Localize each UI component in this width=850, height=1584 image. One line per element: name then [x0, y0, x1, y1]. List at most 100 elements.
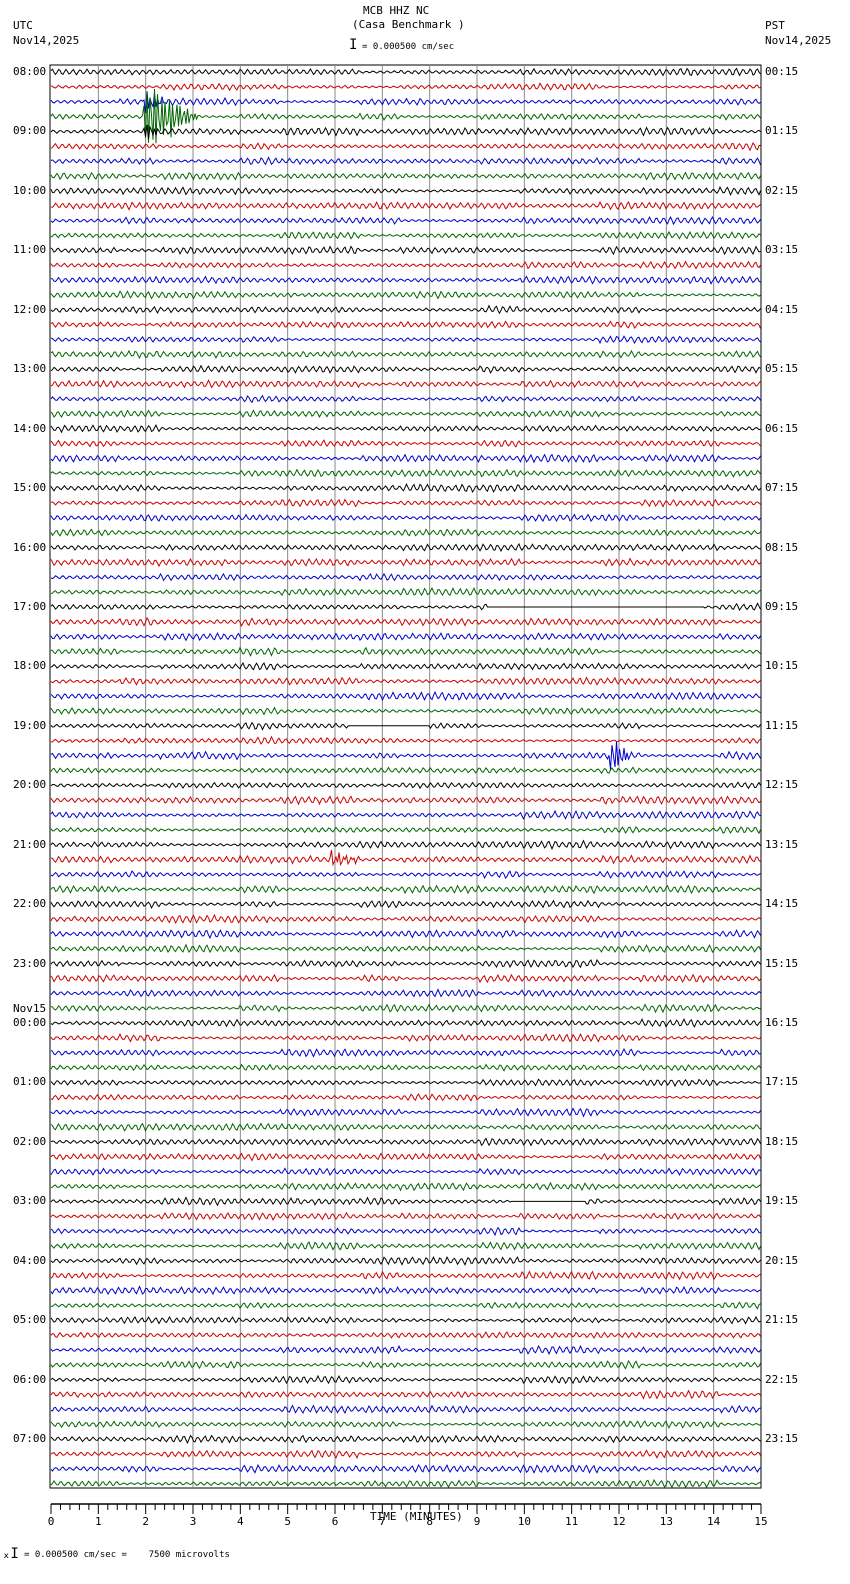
seismic-trace [50, 394, 761, 404]
pst-hour-label: 07:15 [765, 481, 799, 495]
seismic-trace [50, 1270, 761, 1281]
pst-hour-label: 06:15 [765, 421, 799, 435]
seismic-trace [50, 335, 761, 345]
pst-hour-label: 16:15 [765, 1016, 799, 1030]
seismic-trace [50, 528, 761, 537]
utc-hour-label: 13:00 [13, 362, 47, 376]
seismic-trace [50, 349, 761, 360]
utc-hour-label: 12:00 [13, 302, 47, 316]
utc-hour-label: 23:00 [13, 956, 47, 970]
seismic-trace [50, 304, 761, 315]
seismic-trace [50, 646, 761, 657]
seismic-trace [50, 706, 761, 716]
seismic-trace [50, 439, 761, 448]
pst-hour-label: 21:15 [765, 1313, 799, 1327]
seismic-trace [50, 185, 761, 197]
seismic-trace [50, 1241, 761, 1251]
utc-hour-label: 03:00 [13, 1194, 47, 1208]
seismic-trace [50, 1301, 761, 1310]
seismic-trace [50, 364, 761, 374]
seismic-trace [50, 928, 761, 940]
seismic-trace [50, 171, 761, 181]
seismic-trace [50, 423, 761, 434]
utc-hour-label: 00:00 [13, 1016, 47, 1030]
seismic-trace [50, 973, 761, 984]
utc-hour-label: 17:00 [13, 599, 47, 613]
seismic-trace [50, 498, 761, 508]
seismic-trace [50, 826, 761, 835]
x-tick-label: 7 [379, 1515, 386, 1528]
utc-hour-label: 06:00 [13, 1372, 47, 1386]
utc-hour-label: 07:00 [13, 1432, 47, 1446]
pst-hour-label: 01:15 [765, 124, 799, 138]
utc-hour-label: 08:00 [13, 65, 47, 78]
seismic-trace [50, 1331, 761, 1339]
utc-hour-label: 11:00 [13, 243, 47, 257]
seismic-trace [50, 88, 761, 144]
x-tick-label: 0 [48, 1515, 55, 1528]
x-tick-label: 14 [707, 1515, 721, 1528]
pst-hour-label: 23:15 [765, 1432, 799, 1446]
seismic-trace [50, 809, 761, 820]
seismic-trace [50, 1211, 761, 1221]
seismic-trace [50, 453, 761, 464]
pst-hour-label: 12:15 [765, 778, 799, 792]
seismic-trace [50, 1434, 761, 1445]
x-tick-label: 1 [95, 1515, 102, 1528]
seismic-trace [50, 602, 761, 612]
x-tick-label: 10 [518, 1515, 531, 1528]
seismic-trace [50, 1152, 761, 1162]
seismic-trace [50, 1017, 761, 1028]
seismic-trace [50, 1389, 761, 1400]
seismic-trace [50, 676, 761, 686]
seismic-trace [50, 1181, 761, 1192]
seismic-trace [50, 245, 761, 256]
seismic-trace [50, 1196, 761, 1207]
seismic-trace [50, 1256, 761, 1266]
seismic-trace [50, 1003, 761, 1014]
x-tick-label: 12 [612, 1515, 625, 1528]
seismic-trace [50, 1122, 761, 1132]
seismic-trace [50, 913, 761, 925]
x-tick-label: 6 [332, 1515, 339, 1528]
seismic-trace [50, 572, 761, 582]
seismic-trace [50, 839, 761, 851]
seismic-trace [50, 661, 761, 671]
seismic-trace [50, 1032, 761, 1043]
utc-hour-label: 04:00 [13, 1253, 47, 1267]
x-tick-label: 15 [754, 1515, 767, 1528]
seismic-trace [50, 1137, 761, 1147]
seismic-trace [50, 1047, 761, 1058]
pst-hour-label: 19:15 [765, 1194, 799, 1208]
pst-hour-label: 05:15 [765, 362, 799, 376]
utc-hour-label: 19:00 [13, 718, 47, 732]
seismic-trace [50, 542, 761, 553]
seismic-trace [50, 1404, 761, 1415]
utc-hour-label: 16:00 [13, 540, 47, 554]
seismic-trace [50, 1226, 761, 1237]
seismic-trace [50, 1285, 761, 1296]
seismic-trace [50, 958, 761, 969]
utc-hour-label: 21:00 [13, 837, 47, 851]
seismic-trace [50, 988, 761, 998]
seismic-trace [50, 1093, 761, 1102]
seismic-trace [50, 884, 761, 895]
date-change-label: Nov15 [13, 1002, 47, 1016]
seismic-trace [50, 482, 761, 493]
x-tick-label: 13 [660, 1515, 673, 1528]
seismic-trace [50, 766, 761, 775]
seismic-trace [50, 200, 761, 211]
pst-hour-label: 22:15 [765, 1372, 799, 1386]
pst-hour-label: 02:15 [765, 183, 799, 197]
seismic-trace [50, 409, 761, 419]
utc-hour-label: 20:00 [13, 778, 47, 792]
seismic-trace [50, 943, 761, 954]
seismic-trace [50, 468, 761, 478]
pst-hour-label: 04:15 [765, 302, 799, 316]
seismic-trace [50, 586, 761, 597]
seismic-trace [51, 849, 761, 867]
seismic-trace [50, 870, 761, 880]
seismic-trace [50, 260, 761, 270]
seismic-trace [50, 142, 761, 152]
pst-hour-label: 11:15 [765, 718, 799, 732]
